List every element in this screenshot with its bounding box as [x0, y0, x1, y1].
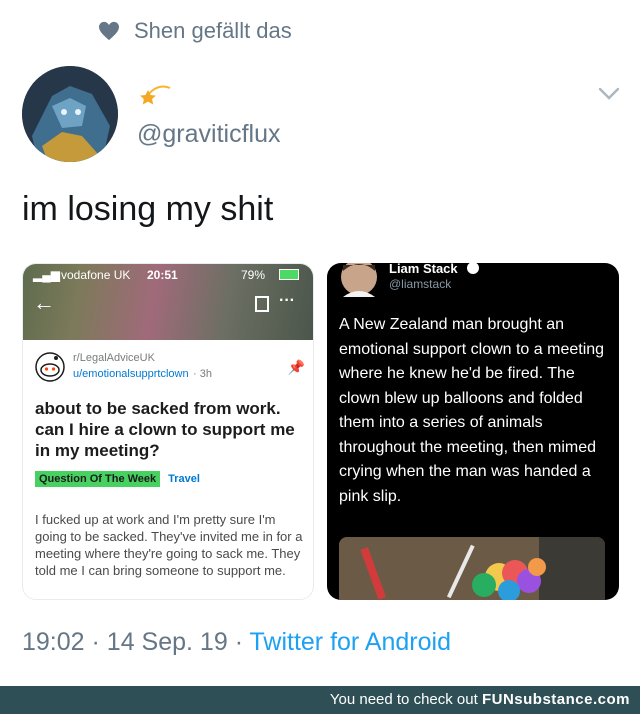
pin-icon: 📌 — [287, 358, 305, 375]
post-username[interactable]: u/emotionalsupprtclown — [73, 368, 189, 380]
tweet-metadata: 19:02 · 14 Sep. 19 · Twitter for Android — [22, 628, 451, 657]
reddit-post: r/LegalAdviceUK u/emotionalsupprtclown ·… — [35, 352, 305, 579]
chevron-down-icon[interactable] — [596, 80, 622, 106]
phone-time: 20:51 — [147, 268, 178, 282]
battery-icon — [279, 269, 299, 280]
tweet-source-link[interactable]: Twitter for Android — [250, 628, 451, 656]
heart-icon — [99, 21, 119, 41]
clown-balloons-photo — [339, 537, 605, 600]
post-age: · 3h — [193, 368, 212, 380]
separator: · — [91, 628, 100, 656]
flair-travel[interactable]: Travel — [168, 473, 200, 485]
embedded-tweet-text: A New Zealand man brought an emotional s… — [339, 316, 605, 505]
liked-by-text: Shen gefällt das — [134, 18, 292, 43]
separator: · — [234, 628, 244, 656]
carrier-text: vodafone UK — [61, 268, 131, 282]
author-handle[interactable]: @graviticflux — [137, 120, 280, 149]
verified-badge-icon — [467, 263, 479, 274]
tweet-time: 19:02 — [22, 628, 85, 656]
battery-text: 79% — [241, 268, 266, 282]
phone-header-background: ▂▄▆ vodafone UK 20:51 79% ← ··· — [23, 264, 313, 340]
media-image-tweet-screenshot[interactable]: Liam Stack @liamstack A New Zealand man … — [327, 263, 619, 600]
footer-brand[interactable]: FUNsubstance.com — [482, 691, 630, 708]
liked-by-row[interactable]: Shen gefällt das — [98, 16, 292, 46]
media-image-reddit-screenshot[interactable]: ▂▄▆ vodafone UK 20:51 79% ← ··· r/LegalA… — [22, 263, 314, 600]
signal-icon: ▂▄▆ — [33, 268, 60, 282]
back-arrow-icon[interactable]: ← — [33, 290, 55, 316]
post-body: I fucked up at work and I'm pretty sure … — [35, 512, 303, 578]
subreddit-name[interactable]: r/LegalAdviceUK — [73, 352, 212, 364]
post-title[interactable]: about to be sacked from work. can I hire… — [35, 398, 305, 461]
avatar-image — [22, 66, 118, 162]
shooting-star-emoji-icon — [140, 85, 171, 105]
liam-stack-avatar — [341, 263, 377, 297]
flair-question-of-the-week[interactable]: Question Of The Week — [35, 471, 161, 487]
watermark-footer: You need to check out FUNsubstance.com — [0, 686, 640, 714]
snoo-avatar-icon — [35, 352, 65, 382]
embedded-author-name: Liam Stack — [389, 263, 458, 276]
more-icon[interactable]: ··· — [279, 292, 295, 310]
footer-prefix: You need to check out — [329, 691, 478, 708]
avatar[interactable] — [22, 66, 118, 162]
embedded-author-handle: @liamstack — [389, 277, 452, 291]
tweet-text: im losing my shit — [22, 190, 274, 228]
save-icon[interactable] — [255, 296, 269, 312]
tweet-date: 14 Sep. 19 — [106, 628, 228, 656]
